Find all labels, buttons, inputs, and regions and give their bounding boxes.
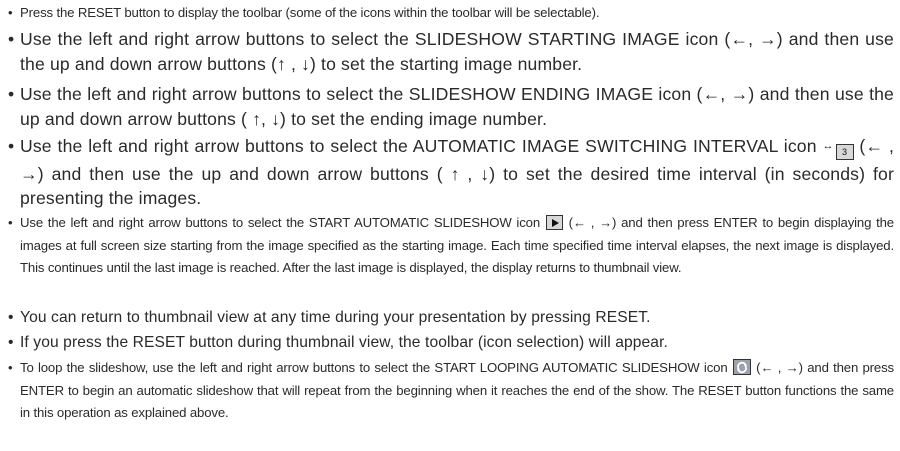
play-icon	[545, 215, 563, 230]
instruction-text: Use the left and right arrow buttons to …	[20, 215, 545, 230]
instruction-item: To loop the slideshow, use the left and …	[6, 357, 894, 425]
instruction-item: Use the left and right arrow buttons to …	[6, 134, 894, 211]
instruction-text: If you press the RESET button during thu…	[20, 334, 668, 351]
loop-icon	[732, 359, 751, 375]
instruction-item: Use the left and right arrow buttons to …	[6, 212, 894, 280]
instruction-item: Press the RESET button to display the to…	[6, 2, 894, 25]
instruction-item: If you press the RESET button during thu…	[6, 331, 894, 355]
instruction-text: To loop the slideshow, use the left and …	[20, 360, 732, 375]
manual-page: Press the RESET button to display the to…	[0, 0, 900, 451]
instruction-text: Use the left and right arrow buttons to …	[20, 136, 823, 156]
instruction-item: Use the left and right arrow buttons to …	[6, 27, 894, 76]
instruction-text: Press the RESET button to display the to…	[20, 5, 600, 20]
interval-number: 3	[835, 144, 854, 160]
interval-arrows-glyph: ↔	[822, 140, 834, 152]
interval-icon: ↔ 3	[822, 134, 854, 162]
instruction-text: You can return to thumbnail view at any …	[20, 309, 651, 326]
instruction-item: Use the left and right arrow buttons to …	[6, 82, 894, 131]
instruction-text: Use the left and right arrow buttons to …	[20, 84, 894, 129]
instruction-text: Use the left and right arrow buttons to …	[20, 29, 894, 74]
instruction-item: You can return to thumbnail view at any …	[6, 306, 894, 330]
